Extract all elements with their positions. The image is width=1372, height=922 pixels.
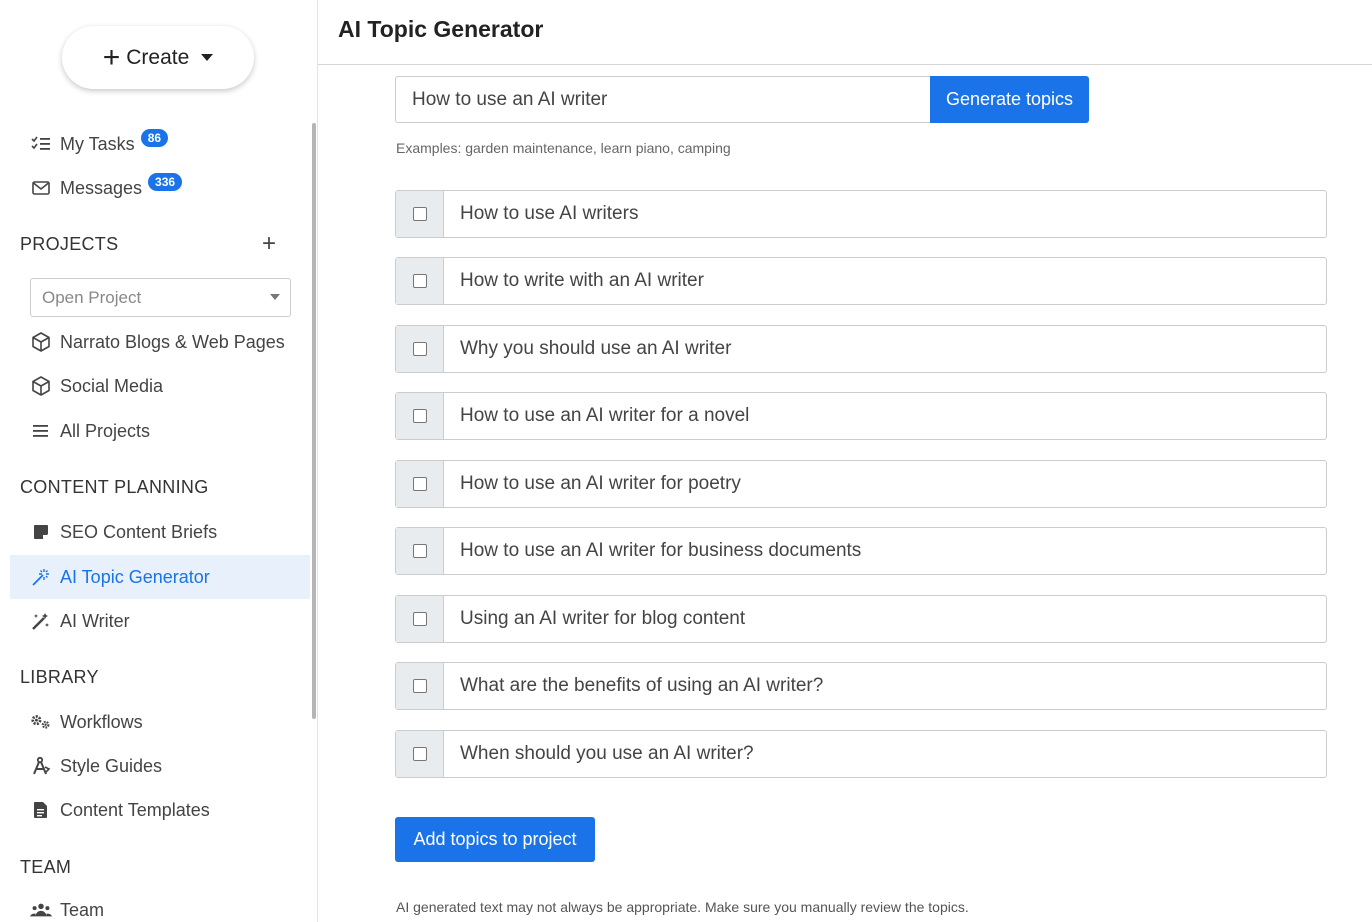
topic-text: How to use an AI writer for poetry [460,473,741,494]
topic-checkbox-cell [396,326,444,372]
add-project-icon[interactable]: + [262,232,276,256]
examples-hint: Examples: garden maintenance, learn pian… [396,140,731,156]
topic-row: What are the benefits of using an AI wri… [395,662,1327,710]
topic-row: Why you should use an AI writer [395,325,1327,373]
add-topics-to-project-button[interactable]: Add topics to project [395,817,595,862]
sidebar-item-team[interactable]: Team [10,888,310,922]
sidebar-item-project[interactable]: Narrato Blogs & Web Pages [10,320,310,364]
workflows-label: Workflows [60,711,143,732]
topic-checkbox[interactable] [412,274,427,288]
topic-search-input[interactable] [395,76,930,123]
sidebar: + Create My Tasks 86 Messages 336 PROJEC… [0,0,318,922]
topic-row: How to use AI writers [395,190,1327,238]
compass-icon [30,756,52,776]
magic-wand-icon [30,567,52,587]
team-label: Team [60,899,105,920]
topic-checkbox[interactable] [412,477,427,491]
caret-down-icon [270,294,280,300]
topic-checkbox-cell [396,596,444,642]
topic-row: How to write with an AI writer [395,257,1327,305]
my-tasks-badge: 86 [140,129,169,147]
content-templates-label: Content Templates [60,799,210,820]
project-label: Narrato Blogs & Web Pages [60,331,285,352]
page-header: AI Topic Generator [318,0,1372,65]
open-project-placeholder: Open Project [42,287,142,307]
messages-badge: 336 [148,173,183,191]
topic-text: What are the benefits of using an AI wri… [460,675,824,696]
topic-checkbox[interactable] [412,409,427,423]
cube-icon [30,331,52,353]
document-icon [30,801,52,819]
sidebar-item-all-projects[interactable]: All Projects [10,409,310,453]
messages-label: Messages [60,177,143,198]
nav-my-tasks[interactable]: My Tasks 86 [10,122,310,166]
users-icon [30,902,52,918]
topic-row: How to use an AI writer for business doc… [395,527,1327,575]
sidebar-item-style-guides[interactable]: Style Guides [10,744,310,788]
project-label: Social Media [60,375,164,396]
content-planning-heading: CONTENT PLANNING [20,477,209,497]
topic-checkbox[interactable] [412,342,427,356]
sidebar-item-workflows[interactable]: Workflows [10,700,310,744]
topic-checkbox[interactable] [412,679,427,693]
topic-row: How to use an AI writer for a novel [395,392,1327,440]
create-label: Create [126,45,190,69]
topic-checkbox-cell [396,663,444,709]
seo-briefs-label: SEO Content Briefs [60,521,218,542]
magic-wand-icon [30,611,52,631]
topic-row: When should you use an AI writer? [395,730,1327,778]
topic-checkbox[interactable] [412,612,427,626]
page-title: AI Topic Generator [338,16,544,42]
ai-disclaimer: AI generated text may not always be appr… [396,899,969,915]
topic-text: How to use an AI writer for business doc… [460,540,862,561]
topic-search: Generate topics [395,76,1089,123]
topic-row: Using an AI writer for blog content [395,595,1327,643]
sidebar-item-content-templates[interactable]: Content Templates [10,788,310,832]
envelope-icon [30,181,52,195]
topic-text: How to use AI writers [460,203,639,224]
create-button[interactable]: + Create [62,26,254,89]
open-project-select[interactable]: Open Project [30,278,291,317]
ai-writer-label: AI Writer [60,610,130,631]
task-list-icon [30,136,52,152]
cube-icon [30,375,52,397]
topic-row: How to use an AI writer for poetry [395,460,1327,508]
my-tasks-label: My Tasks [60,133,135,154]
topic-text: Why you should use an AI writer [460,338,732,359]
sidebar-item-seo-briefs[interactable]: SEO Content Briefs [10,510,310,554]
projects-heading: PROJECTS [20,234,119,254]
project-label: All Projects [60,420,151,441]
menu-icon [30,424,52,438]
style-guides-label: Style Guides [60,755,163,776]
nav-messages[interactable]: Messages 336 [10,166,310,210]
library-heading: LIBRARY [20,667,99,687]
topic-text: How to write with an AI writer [460,270,704,291]
topic-checkbox-cell [396,461,444,507]
topic-checkbox-cell [396,731,444,777]
sidebar-item-ai-writer[interactable]: AI Writer [10,599,310,643]
topic-checkbox-cell [396,258,444,304]
topic-checkbox-cell [396,528,444,574]
caret-down-icon [201,54,214,61]
generate-topics-button[interactable]: Generate topics [930,76,1089,123]
ai-topic-generator-label: AI Topic Generator [60,566,210,587]
topic-checkbox-cell [396,191,444,237]
topic-text: When should you use an AI writer? [460,743,754,764]
team-heading: TEAM [20,857,72,877]
note-icon [30,524,52,540]
topic-text: Using an AI writer for blog content [460,608,746,629]
sidebar-scrollbar[interactable] [312,123,316,719]
topic-checkbox-cell [396,393,444,439]
plus-icon: + [102,40,121,74]
topic-text: How to use an AI writer for a novel [460,405,750,426]
sidebar-item-ai-topic-generator[interactable]: AI Topic Generator [10,555,310,599]
gears-icon [30,713,52,731]
topic-checkbox[interactable] [412,747,427,761]
sidebar-item-project[interactable]: Social Media [10,364,310,408]
topic-checkbox[interactable] [412,207,427,221]
topic-checkbox[interactable] [412,544,427,558]
